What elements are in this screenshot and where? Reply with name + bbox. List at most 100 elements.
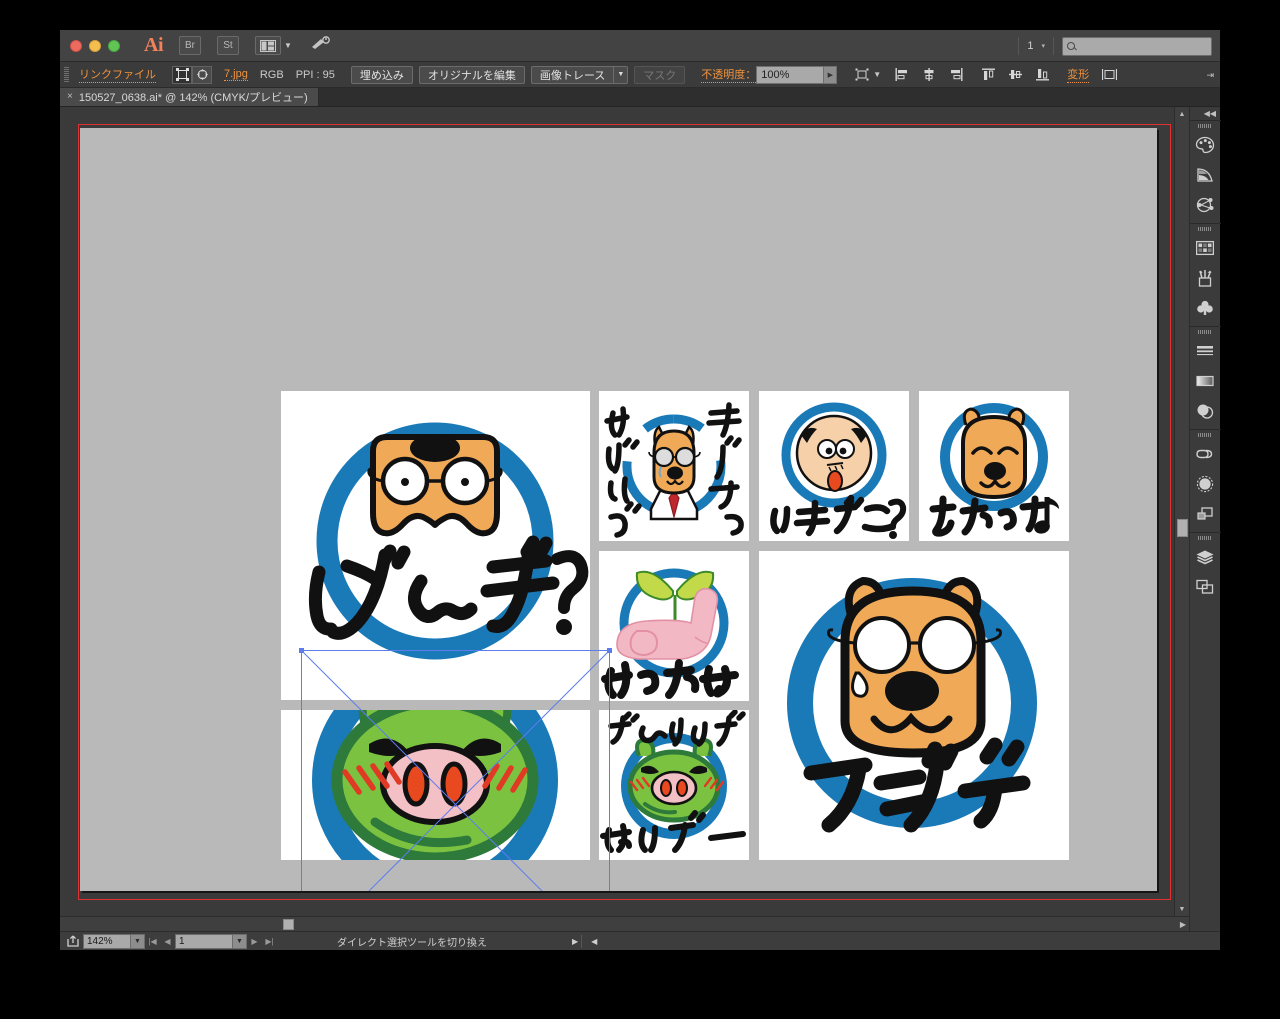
chevron-down-icon: ▼ [284, 41, 292, 50]
placed-art-icon[interactable] [172, 65, 192, 84]
dock-grip[interactable] [1190, 430, 1221, 439]
artboard-number-input[interactable]: 1 [175, 933, 233, 949]
vertical-scrollbar[interactable]: ▲ ▼ [1174, 107, 1189, 916]
transform-label[interactable]: 変形 [1067, 66, 1090, 83]
scroll-down-arrow[interactable]: ▼ [1175, 902, 1189, 916]
transform-panel-icon[interactable] [1101, 66, 1118, 83]
opacity-input[interactable]: 100% [756, 65, 825, 84]
dock-grip[interactable] [1190, 533, 1221, 542]
stock-button[interactable]: St [217, 36, 239, 55]
opacity-label[interactable]: 不透明度： [701, 66, 757, 83]
align-top-icon[interactable] [980, 66, 997, 83]
chevron-down-icon[interactable]: ▼ [614, 65, 629, 84]
sticker-genki[interactable] [281, 391, 590, 700]
previous-artboard-icon[interactable]: ◀ [160, 934, 175, 949]
artboard[interactable] [80, 128, 1157, 891]
align-bottom-icon[interactable] [1034, 66, 1051, 83]
opacity-dropdown-icon[interactable]: ▶ [824, 65, 838, 84]
color-palette-icon[interactable] [1190, 130, 1221, 160]
linked-file-name[interactable]: 7.jpg [224, 68, 248, 81]
bridge-button[interactable]: Br [179, 36, 201, 55]
minimize-window-button[interactable] [89, 39, 101, 52]
sticker-densha[interactable] [599, 710, 749, 860]
symbols-icon[interactable] [1190, 293, 1221, 323]
artboards-icon[interactable] [1190, 572, 1221, 602]
gradient-icon[interactable] [1190, 366, 1221, 396]
align-center-vertical-icon[interactable] [1007, 66, 1024, 83]
first-artboard-icon[interactable]: |◀ [145, 934, 160, 949]
divider [581, 934, 583, 948]
chevron-down-icon[interactable]: ▼ [873, 70, 881, 79]
maximize-window-button[interactable] [108, 39, 120, 52]
vertical-scroll-thumb[interactable] [1177, 519, 1188, 537]
link-actions-group: 埋め込み オリジナルを編集 画像トレース ▼ マスク [350, 65, 686, 84]
close-window-button[interactable] [70, 39, 82, 52]
edit-original-button[interactable]: オリジナルを編集 [418, 65, 525, 84]
dock-group-libraries [1189, 429, 1221, 532]
embed-button[interactable]: 埋め込み [350, 65, 413, 84]
align-to-icon[interactable] [853, 66, 870, 83]
divider [1053, 37, 1054, 55]
layers-icon[interactable] [1190, 542, 1221, 572]
color-guide-icon[interactable] [1190, 160, 1221, 190]
panel-menu-icon[interactable]: ⇥ [1206, 62, 1214, 88]
scroll-right-arrow[interactable]: ▶ [1180, 917, 1186, 932]
mask-button[interactable]: マスク [634, 65, 686, 84]
status-message: ダイレクト選択ツールを切り換え [337, 937, 487, 949]
chevron-down-icon[interactable]: ▾ [1041, 42, 1045, 50]
search-input[interactable] [1062, 36, 1212, 56]
align-center-horizontal-icon[interactable] [920, 66, 937, 83]
horizontal-scrollbar[interactable]: ▶ [60, 916, 1189, 931]
search-icon [1067, 42, 1075, 50]
align-right-icon[interactable] [947, 66, 964, 83]
swatches-icon[interactable] [1190, 233, 1221, 263]
document-tab[interactable]: × 150527_0638.ai* @ 142% (CMYK/プレビュー) [60, 87, 319, 106]
title-bar: Ai Br St ▼ 1 ▾ [60, 30, 1220, 62]
sticker-yokatta[interactable] [919, 391, 1069, 541]
document-area[interactable]: ▲ ▼ [60, 107, 1189, 916]
workspace-switch-icon[interactable] [310, 36, 330, 55]
dock-grip[interactable] [1190, 121, 1221, 130]
share-export-icon[interactable] [65, 934, 83, 949]
sticker-imadoko[interactable] [759, 391, 909, 541]
control-bar-grip[interactable] [64, 66, 69, 83]
sticker-majide-yabai[interactable] [599, 391, 749, 541]
artboard-dropdown-icon[interactable]: ▼ [233, 933, 247, 949]
zoom-level-input[interactable]: 142% [83, 933, 131, 949]
collapse-panels-icon[interactable]: ◀◀ [1190, 107, 1220, 120]
divider [1018, 37, 1020, 55]
document-tab-title: 150527_0638.ai* @ 142% (CMYK/プレビュー) [78, 91, 308, 104]
window-controls[interactable] [70, 39, 120, 52]
last-artboard-icon[interactable]: ▶| [262, 934, 277, 949]
appearance-icon[interactable] [1190, 469, 1221, 499]
creative-cloud-libraries-icon[interactable] [1190, 439, 1221, 469]
arrange-documents-button[interactable]: ▼ [255, 36, 292, 55]
next-artboard-icon[interactable]: ▶ [247, 934, 262, 949]
horizontal-scroll-thumb[interactable] [283, 919, 294, 930]
sticker-yattane[interactable] [599, 551, 749, 701]
status-resize-icon[interactable]: ◀ [591, 937, 597, 946]
selection-type-label[interactable]: リンクファイル [79, 66, 156, 83]
close-icon[interactable]: × [67, 91, 73, 102]
status-menu-icon[interactable]: ▶ [572, 937, 578, 946]
sticker-pig-large[interactable] [281, 710, 590, 860]
image-trace-button[interactable]: 画像トレース [530, 65, 615, 84]
opacity-field-group: 100% ▶ [756, 65, 838, 84]
align-left-icon[interactable] [893, 66, 910, 83]
sticker-majide[interactable] [759, 551, 1069, 860]
scroll-up-arrow[interactable]: ▲ [1175, 107, 1189, 121]
workspace-body: ▲ ▼ ▶ ◀◀ [60, 107, 1221, 931]
stroke-icon[interactable] [1190, 336, 1221, 366]
zoom-dropdown-icon[interactable]: ▼ [131, 933, 145, 949]
transparency-icon[interactable] [1190, 396, 1221, 426]
graphic-styles-icon[interactable] [1190, 499, 1221, 529]
edit-colors-icon[interactable] [1190, 190, 1221, 220]
dock-grip[interactable] [1190, 224, 1221, 233]
anchor-point-icon[interactable] [192, 65, 212, 84]
dock-grip[interactable] [1190, 327, 1221, 336]
dock-group-stroke [1189, 326, 1221, 429]
brushes-icon[interactable] [1190, 263, 1221, 293]
align-to-group[interactable]: ▼ [853, 66, 881, 83]
document-tab-bar: × 150527_0638.ai* @ 142% (CMYK/プレビュー) [60, 87, 1220, 107]
placement-icon-group [172, 65, 212, 84]
